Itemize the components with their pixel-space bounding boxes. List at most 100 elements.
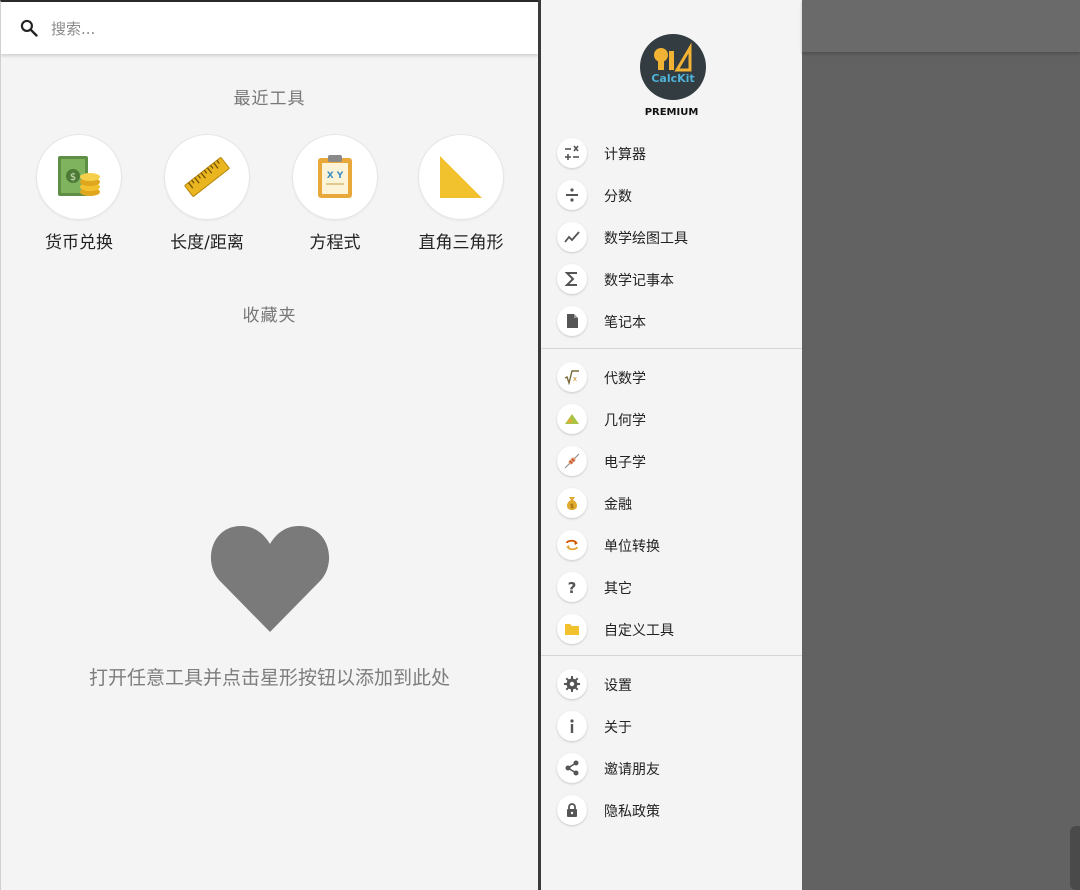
search-input[interactable]	[49, 16, 493, 42]
tool-label: 长度/距离	[170, 233, 244, 253]
recent-tool-length[interactable]: 长度/距离	[143, 134, 271, 253]
recent-tool-equation[interactable]: X Y 方程式	[271, 134, 399, 253]
folder-icon	[565, 624, 579, 635]
menu-label: 单位转换	[604, 539, 660, 555]
menu-item-settings[interactable]: 设置	[541, 665, 802, 705]
menu-label: 数学记事本	[604, 273, 674, 289]
geometry-icon	[565, 414, 579, 424]
menu-divider	[541, 655, 802, 656]
sigma-icon	[564, 272, 577, 286]
favorites-heading: 收藏夹	[242, 306, 297, 326]
document-icon	[567, 314, 578, 328]
sqrt-icon: x	[564, 370, 579, 385]
menu-icon-circle: ?	[557, 572, 587, 602]
menu-item-other[interactable]: ? 其它	[541, 568, 802, 608]
tool-icon-circle	[164, 134, 250, 220]
share-icon	[565, 760, 579, 776]
menu-item-fraction[interactable]: 分数	[541, 176, 802, 216]
menu-icon-circle	[557, 138, 587, 168]
menu-item-about[interactable]: 关于	[541, 707, 802, 747]
tool-icon-circle: $	[36, 134, 122, 220]
premium-badge: PREMIUM	[644, 107, 699, 118]
calculator-icon	[565, 145, 579, 160]
menu-item-finance[interactable]: $ 金融	[541, 484, 802, 524]
menu-label: 计算器	[604, 147, 646, 163]
menu-label: 电子学	[604, 455, 646, 471]
svg-text:$: $	[570, 503, 574, 510]
menu-icon-circle	[557, 614, 587, 644]
menu-label: 分数	[604, 189, 632, 205]
menu-icon-circle	[557, 446, 587, 476]
resistor-icon	[564, 453, 580, 469]
menu-label: 笔记本	[604, 315, 646, 331]
right-triangle-icon	[440, 156, 482, 198]
search-bar[interactable]	[1, 2, 538, 54]
convert-icon	[566, 539, 578, 551]
menu-item-geometry[interactable]: 几何学	[541, 400, 802, 440]
svg-text:?: ?	[568, 579, 577, 595]
menu-item-algebra[interactable]: x 代数学	[541, 358, 802, 398]
menu-label: 代数学	[604, 371, 646, 387]
menu-label: 隐私政策	[604, 804, 660, 820]
menu-icon-circle	[557, 753, 587, 783]
menu-icon-circle	[557, 264, 587, 294]
svg-text:$: $	[70, 172, 76, 183]
menu-item-privacy-policy[interactable]: 隐私政策	[541, 791, 802, 831]
money-bag-icon: $	[567, 497, 577, 510]
chart-line-icon	[564, 231, 580, 243]
dimmed-toolbar	[802, 0, 1080, 52]
logo-text: CalcKit	[651, 72, 694, 85]
menu-icon-circle	[557, 795, 587, 825]
menu-icon-circle	[557, 306, 587, 336]
search-icon[interactable]	[19, 18, 39, 38]
scroll-handle[interactable]	[1070, 826, 1080, 890]
gear-icon	[564, 676, 580, 692]
menu-divider	[541, 348, 802, 349]
menu-icon-circle: x	[557, 362, 587, 392]
tool-label: 直角三角形	[418, 233, 504, 253]
navigation-drawer: CalcKit PREMIUM 计算器 分数 数学绘图工具 数学记事本 笔记本 …	[538, 0, 802, 890]
recent-tool-right-triangle[interactable]: 直角三角形	[397, 134, 525, 253]
app-logo: CalcKit	[640, 34, 706, 100]
tool-label: 货币兑换	[45, 233, 113, 253]
money-icon: $	[58, 156, 100, 196]
tool-icon-circle: X Y	[292, 134, 378, 220]
menu-icon-circle	[557, 404, 587, 434]
menu-label: 邀请朋友	[604, 762, 660, 778]
menu-label: 数学绘图工具	[604, 231, 688, 247]
heart-icon	[210, 526, 330, 632]
menu-icon-circle	[557, 180, 587, 210]
recent-tool-currency[interactable]: $ 货币兑换	[15, 134, 143, 253]
tool-icon-circle	[418, 134, 504, 220]
menu-label: 金融	[604, 497, 632, 513]
drawer-scrim-overlay[interactable]	[802, 0, 1080, 890]
menu-item-notebook[interactable]: 笔记本	[541, 302, 802, 342]
menu-icon-circle	[557, 530, 587, 560]
favorites-empty-message: 打开任意工具并点击星形按钮以添加到此处	[88, 667, 450, 689]
divide-icon	[566, 188, 578, 202]
menu-item-unit-conversion[interactable]: 单位转换	[541, 526, 802, 566]
recent-tools-heading: 最近工具	[233, 89, 306, 109]
menu-icon-circle	[557, 222, 587, 252]
menu-label: 其它	[604, 581, 632, 597]
ruler-icon	[184, 157, 230, 197]
menu-item-calculator[interactable]: 计算器	[541, 134, 802, 174]
menu-icon-circle	[557, 669, 587, 699]
menu-icon-circle: $	[557, 488, 587, 518]
lock-icon	[567, 803, 577, 817]
info-icon	[570, 719, 574, 733]
main-screen: 最近工具 $ 货币兑换	[0, 0, 538, 890]
tool-label: 方程式	[309, 233, 361, 253]
menu-icon-circle	[557, 711, 587, 741]
svg-text:x: x	[573, 375, 577, 383]
menu-label: 自定义工具	[604, 623, 674, 639]
menu-item-math-notepad[interactable]: 数学记事本	[541, 260, 802, 300]
calckit-logo-icon: CalcKit	[651, 42, 695, 85]
menu-item-graphing[interactable]: 数学绘图工具	[541, 218, 802, 258]
menu-label: 几何学	[604, 413, 646, 429]
menu-item-custom-tools[interactable]: 自定义工具	[541, 610, 802, 650]
svg-text:X Y: X Y	[327, 171, 344, 181]
menu-label: 关于	[604, 720, 632, 736]
menu-item-invite-friends[interactable]: 邀请朋友	[541, 749, 802, 789]
menu-item-electronics[interactable]: 电子学	[541, 442, 802, 482]
